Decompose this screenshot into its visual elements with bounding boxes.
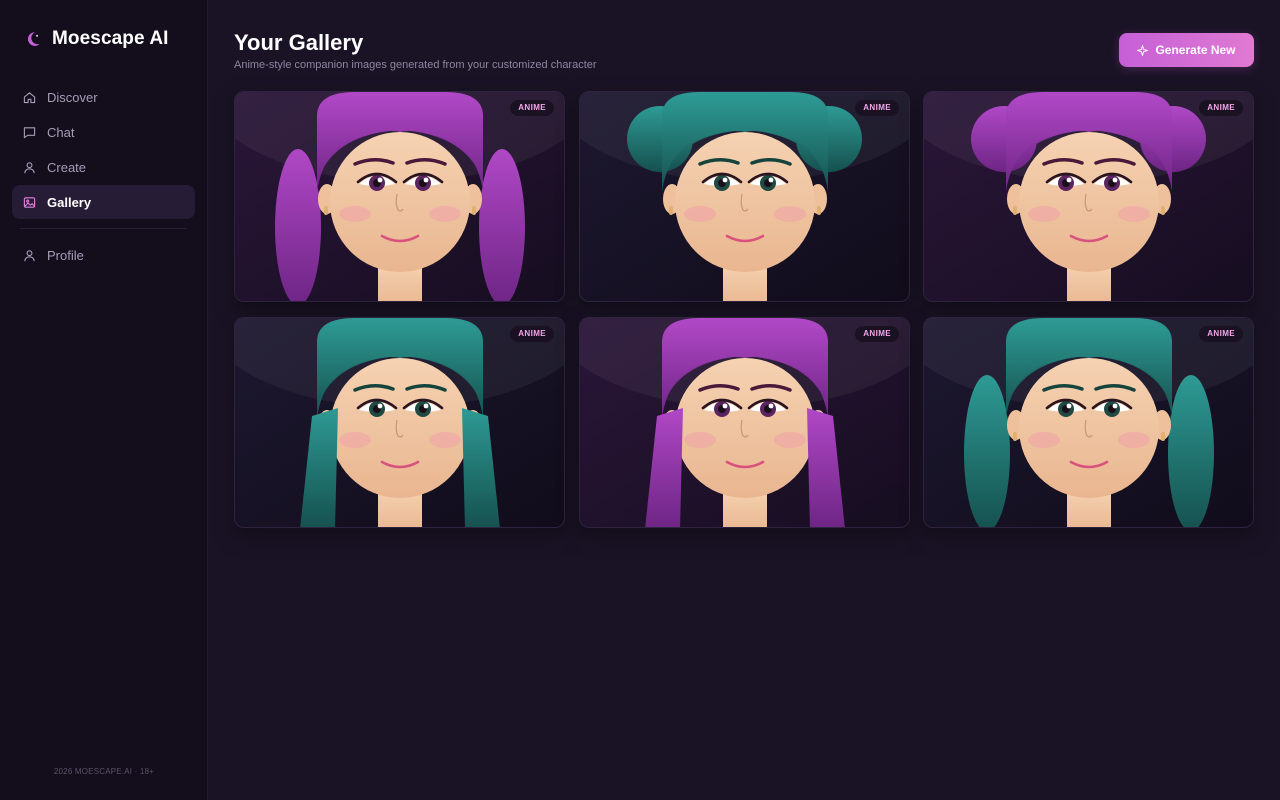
style-badge: ANIME (510, 326, 554, 342)
sidebar-item-chat[interactable]: Chat (12, 115, 195, 149)
gallery-grid: ANIME ANIME ANIME ANIME ANIME ANIME (234, 91, 1254, 529)
sidebar-divider (20, 228, 187, 229)
chat-bubble-icon (23, 126, 36, 138)
gallery-card[interactable]: ANIME (234, 91, 565, 302)
style-badge: ANIME (855, 326, 899, 342)
sidebar-item-label: Create (47, 159, 87, 175)
page-subtitle: Anime-style companion images generated f… (234, 59, 597, 71)
app-name: Moescape AI (52, 28, 169, 49)
user-icon (24, 161, 35, 173)
home-icon (23, 91, 36, 103)
sparkle-icon (1137, 44, 1149, 56)
generate-new-button[interactable]: Generate New (1119, 33, 1254, 67)
style-badge: ANIME (1199, 100, 1243, 116)
sidebar-nav: Discover Chat Create Gallery Profile (12, 80, 195, 273)
style-badge: ANIME (510, 100, 554, 116)
sidebar-item-profile[interactable]: Profile (12, 238, 195, 272)
sidebar-item-create[interactable]: Create (12, 150, 195, 184)
portrait-image (924, 92, 1253, 301)
footer-copyright: 2026 MOESCAPE.AI · 18+ (53, 767, 155, 776)
sidebar-item-discover[interactable]: Discover (12, 80, 195, 114)
user-icon (24, 249, 35, 261)
image-icon (23, 196, 36, 208)
portrait-image (235, 318, 564, 527)
sidebar-item-gallery[interactable]: Gallery (12, 185, 195, 219)
style-badge: ANIME (1199, 326, 1243, 342)
portrait-image (235, 92, 564, 301)
portrait-image (580, 318, 909, 527)
sidebar-item-label: Discover (47, 89, 98, 105)
sidebar-item-label: Profile (47, 247, 84, 263)
portrait-image (924, 318, 1253, 527)
page-title: Your Gallery (234, 30, 364, 55)
sidebar: Moescape AI Discover Chat Create Gallery… (0, 0, 208, 800)
generate-new-label: Generate New (1155, 43, 1236, 57)
gallery-card[interactable]: ANIME (234, 317, 565, 528)
gallery-card[interactable]: ANIME (579, 91, 910, 302)
portrait-image (580, 92, 909, 301)
gallery-card[interactable]: ANIME (923, 91, 1254, 302)
sidebar-item-label: Gallery (47, 194, 92, 210)
brand[interactable]: Moescape AI (24, 27, 169, 51)
gallery-card[interactable]: ANIME (579, 317, 910, 528)
crescent-moon-icon (27, 32, 40, 46)
sidebar-item-label: Chat (47, 124, 75, 140)
gallery-card[interactable]: ANIME (923, 317, 1254, 528)
style-badge: ANIME (855, 100, 899, 116)
